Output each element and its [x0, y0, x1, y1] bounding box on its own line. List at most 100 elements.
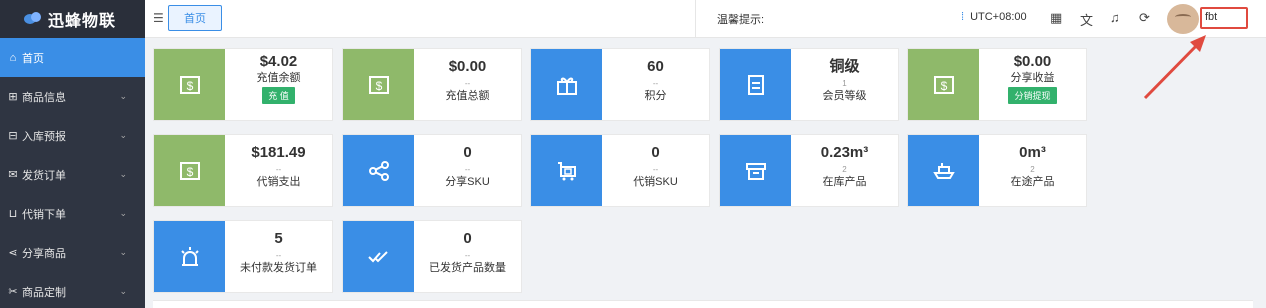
unpaid-orders-value: 5 — [274, 230, 283, 247]
gift-icon — [531, 49, 602, 120]
sidebar-item-label: 首页 — [22, 52, 44, 65]
sidebar-item[interactable]: ⋖ 分享商品 ⌄ — [0, 233, 145, 272]
archive-icon — [720, 135, 791, 206]
sidebar-item-label: 代销下单 — [22, 208, 66, 221]
customize-icon: ✂ — [8, 286, 18, 298]
share-sku-label: 分享SKU — [445, 176, 490, 188]
card-share-sku: 0 -- 分享SKU — [342, 134, 522, 207]
dollar-icon: $ — [154, 135, 225, 206]
bottom-panel-edge — [153, 300, 1253, 308]
consign-spend-value: $181.49 — [251, 144, 306, 161]
timezone-display[interactable]: ⁞ UTC+08:00 — [961, 11, 1027, 23]
sidebar-item-label: 入库预报 — [22, 130, 66, 143]
cart-icon: ⊔ — [8, 208, 18, 220]
highlight-box — [1200, 7, 1248, 29]
dollar-icon: $ — [343, 49, 414, 120]
card-level: 铜级 1 会员等级 — [719, 48, 899, 121]
card-recharge-total: $ $0.00 -- 充值总额 — [342, 48, 522, 121]
level-sub: 1 — [842, 79, 847, 88]
share-sku-value: 0 — [463, 144, 472, 161]
in-stock-sub: 2 — [842, 165, 847, 174]
card-unpaid-orders: 5 -- 未付款发货订单 — [153, 220, 333, 293]
level-label: 会员等级 — [822, 90, 867, 102]
svg-text:$: $ — [186, 165, 193, 179]
points-sub: -- — [652, 79, 659, 88]
svg-text:$: $ — [940, 79, 947, 93]
share-icon: ⋖ — [8, 247, 18, 259]
timezone-marker: ⁞ — [961, 11, 965, 23]
sidebar-nav: ⌂ 首页 ⊞ 商品信息 ⌄ ⊟ 入库预报 ⌄ ✉ 发货订单 ⌄ ⊔ 代销下单 ⌄ ⋖ 分享商品 ⌄ ✂ 商品定制 ⌄ — [0, 38, 145, 308]
sidebar-item-label: 商品信息 — [22, 91, 66, 104]
top-header: ☰ 首页 温馨提示: ⁞ UTC+08:00 ▦ 文 ♫ ⟳ fbt — [145, 0, 1266, 100]
points-value: 60 — [647, 58, 664, 75]
consign-sku-value: 0 — [651, 144, 660, 161]
chevron-down-icon: ⌄ — [119, 247, 127, 257]
in-stock-value: 0.23m³ — [820, 144, 869, 161]
home-icon: ⌂ — [9, 51, 17, 64]
consign-spend-sub: -- — [275, 165, 282, 174]
timezone-value: UTC+08:00 — [970, 11, 1027, 23]
consign-spend-label: 代销支出 — [256, 176, 301, 188]
sidebar-item[interactable]: ✉ 发货订单 ⌄ — [0, 155, 145, 194]
share-income-value: $0.00 — [1013, 53, 1052, 70]
chevron-down-icon: ⌄ — [119, 130, 127, 140]
in-transit-label: 在途产品 — [1010, 176, 1055, 188]
consign-sku-sub: -- — [652, 165, 659, 174]
card-in-transit: 0m³ 2 在途产品 — [907, 134, 1087, 207]
card-balance: $ $4.02 充值余额 充 值 — [153, 48, 333, 121]
recharge-total-value: $0.00 — [448, 58, 487, 75]
chevron-down-icon: ⌄ — [119, 286, 127, 296]
recharge-total-sub: -- — [464, 79, 471, 88]
notice-label: 温馨提示: — [717, 14, 765, 26]
alarm-icon — [154, 221, 225, 292]
consign-sku-label: 代销SKU — [633, 176, 678, 188]
cart-icon — [531, 135, 602, 206]
truck-icon: ⊟ — [8, 130, 18, 142]
share-icon — [343, 135, 414, 206]
mail-icon: ✉ — [8, 169, 18, 181]
card-share-income: $ $0.00 分享收益 分销提现 — [907, 48, 1087, 121]
sidebar-item[interactable]: ⌂ 首页 — [0, 38, 145, 77]
svg-text:$: $ — [186, 79, 193, 93]
svg-text:$: $ — [375, 79, 382, 93]
card-consign-spend: $ $181.49 -- 代销支出 — [153, 134, 333, 207]
shipped-qty-label: 已发货产品数量 — [429, 262, 506, 274]
logo-icon — [24, 12, 42, 26]
ship-icon — [908, 135, 979, 206]
card-in-stock: 0.23m³ 2 在库产品 — [719, 134, 899, 207]
sidebar-item[interactable]: ⊔ 代销下单 ⌄ — [0, 194, 145, 233]
balance-label: 充值余额 — [256, 72, 301, 84]
card-shipped-qty: 0 -- 已发货产品数量 — [342, 220, 522, 293]
balance-value: $4.02 — [259, 53, 298, 70]
shipped-qty-value: 0 — [463, 230, 472, 247]
chevron-down-icon: ⌄ — [119, 208, 127, 218]
sidebar-item-label: 商品定制 — [22, 286, 66, 299]
app-title: 迅蜂物联 — [48, 13, 117, 30]
bell-icon[interactable]: ♫ — [1110, 10, 1120, 25]
recharge-total-label: 充值总额 — [445, 90, 490, 102]
app-logo[interactable]: 迅蜂物联 — [0, 0, 145, 38]
sidebar-item-label: 分享商品 — [22, 247, 66, 260]
dollar-icon: $ — [154, 49, 225, 120]
sidebar-item-label: 发货订单 — [22, 169, 66, 182]
collapse-menu-icon[interactable]: ☰ — [153, 11, 164, 25]
translate-icon[interactable]: 文 — [1080, 10, 1093, 29]
header-divider — [695, 0, 696, 38]
refresh-icon[interactable]: ⟳ — [1139, 10, 1150, 26]
sidebar-item[interactable]: ⊞ 商品信息 ⌄ — [0, 77, 145, 116]
unpaid-orders-label: 未付款发货订单 — [240, 262, 317, 274]
double-check-icon — [343, 221, 414, 292]
document-icon — [720, 49, 791, 120]
chevron-down-icon: ⌄ — [119, 91, 127, 101]
in-stock-label: 在库产品 — [822, 176, 867, 188]
in-transit-value: 0m³ — [1019, 144, 1046, 161]
points-label: 积分 — [644, 90, 667, 102]
chevron-down-icon: ⌄ — [119, 169, 127, 179]
recharge-button[interactable]: 充 值 — [262, 87, 295, 104]
sidebar-item[interactable]: ✂ 商品定制 ⌄ — [0, 272, 145, 308]
sidebar-item[interactable]: ⊟ 入库预报 ⌄ — [0, 116, 145, 155]
tab-home[interactable]: 首页 — [168, 5, 222, 31]
grid-icon[interactable]: ▦ — [1050, 10, 1062, 26]
withdraw-button[interactable]: 分销提现 — [1008, 87, 1057, 104]
highlight-arrow — [1143, 35, 1206, 100]
